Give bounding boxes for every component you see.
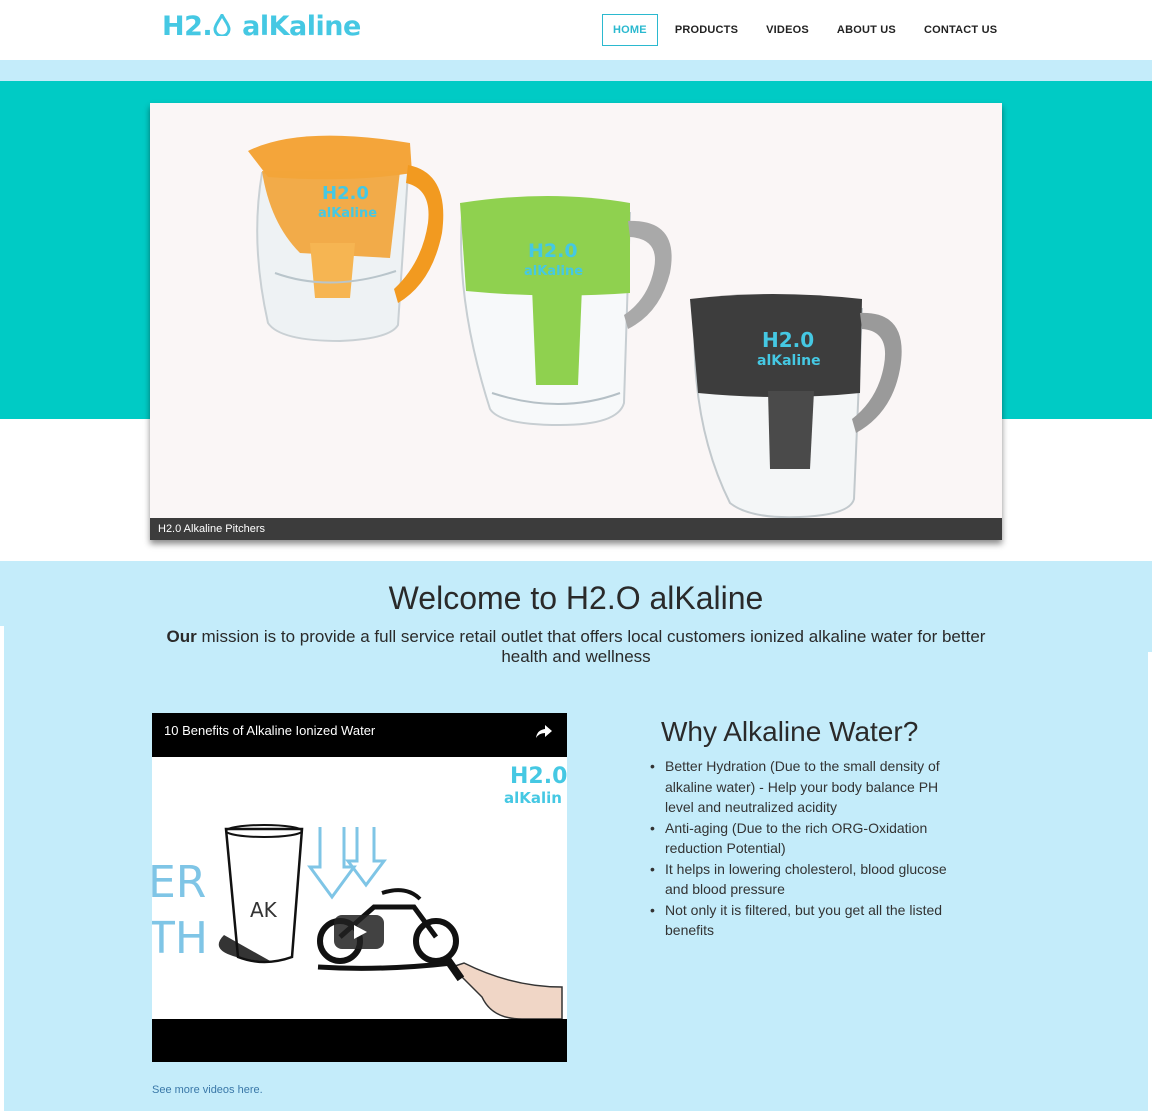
- svg-text:alKaline: alKaline: [757, 353, 821, 369]
- why-alkaline-title: Why Alkaline Water?: [661, 716, 919, 747]
- site-logo[interactable]: H2. alKaline: [162, 6, 361, 46]
- page-edge-right: [1148, 652, 1152, 1111]
- nav-about-us[interactable]: ABOUT US: [826, 14, 907, 46]
- video-illustration: H2.0 alKalin ER TH AK: [152, 764, 567, 1020]
- logo-text-right: alKaline: [242, 10, 361, 42]
- nav-products[interactable]: PRODUCTS: [664, 14, 749, 46]
- video-thumbnail[interactable]: H2.0 alKalin ER TH AK: [152, 757, 567, 1020]
- welcome-title: Welcome to H2.O alKaline: [388, 580, 764, 616]
- header-divider-strip: [0, 60, 1152, 81]
- svg-text:alKaline: alKaline: [318, 206, 377, 221]
- svg-text:alKaline: alKaline: [524, 264, 583, 279]
- nav-videos[interactable]: VIDEOS: [755, 14, 820, 46]
- benefits-list: Better Hydration (Due to the small densi…: [649, 756, 969, 941]
- orange-pitcher: H2.0 alKaline: [248, 135, 444, 343]
- water-drop-icon: [213, 14, 231, 36]
- slider-caption: H2.0 Alkaline Pitchers: [150, 518, 1002, 540]
- black-pitcher: H2.0 alKaline: [690, 294, 902, 519]
- svg-text:TH: TH: [152, 913, 208, 964]
- svg-text:H2.0: H2.0: [510, 764, 567, 789]
- mission-statement: Our mission is to provide a full service…: [150, 627, 1002, 667]
- list-item: It helps in lowering cholesterol, blood …: [649, 859, 969, 900]
- page-edge-left: [0, 626, 4, 1111]
- site-header: H2. alKaline HOME PRODUCTS VIDEOS ABOUT …: [0, 0, 1152, 60]
- main-nav: HOME PRODUCTS VIDEOS ABOUT US CONTACT US: [602, 14, 1014, 46]
- mission-text: mission is to provide a full service ret…: [196, 627, 986, 666]
- svg-text:ER: ER: [152, 857, 206, 908]
- video-title[interactable]: 10 Benefits of Alkaline Ionized Water: [164, 723, 375, 738]
- nav-home[interactable]: HOME: [602, 14, 658, 46]
- list-item: Anti-aging (Due to the rich ORG-Oxidatio…: [649, 818, 969, 859]
- hero-slider[interactable]: H2.0 alKaline H2.0 alKaline H2.0 alKalin…: [150, 103, 1002, 540]
- pitchers-image: H2.0 alKaline H2.0 alKaline H2.0 alKalin…: [248, 135, 902, 519]
- play-button-icon[interactable]: [334, 915, 384, 949]
- svg-text:H2.0: H2.0: [762, 328, 814, 352]
- green-pitcher: H2.0 alKaline: [460, 196, 672, 427]
- svg-text:AK: AK: [250, 898, 278, 922]
- list-item: Not only it is filtered, but you get all…: [649, 900, 969, 941]
- nav-contact-us[interactable]: CONTACT US: [913, 14, 1008, 46]
- svg-text:H2.0: H2.0: [322, 183, 369, 204]
- share-icon[interactable]: [535, 724, 553, 740]
- svg-text:alKalin: alKalin: [504, 789, 562, 807]
- logo-text-left: H2.: [162, 10, 213, 42]
- list-item: Better Hydration (Due to the small densi…: [649, 756, 969, 818]
- svg-text:H2.0: H2.0: [528, 240, 578, 262]
- video-bottom-bar: [152, 1019, 567, 1062]
- mission-bold: Our: [166, 627, 197, 646]
- see-more-videos-link[interactable]: See more videos here.: [152, 1084, 263, 1096]
- video-embed[interactable]: 10 Benefits of Alkaline Ionized Water H2…: [152, 713, 567, 1062]
- video-title-bar: 10 Benefits of Alkaline Ionized Water: [152, 713, 567, 757]
